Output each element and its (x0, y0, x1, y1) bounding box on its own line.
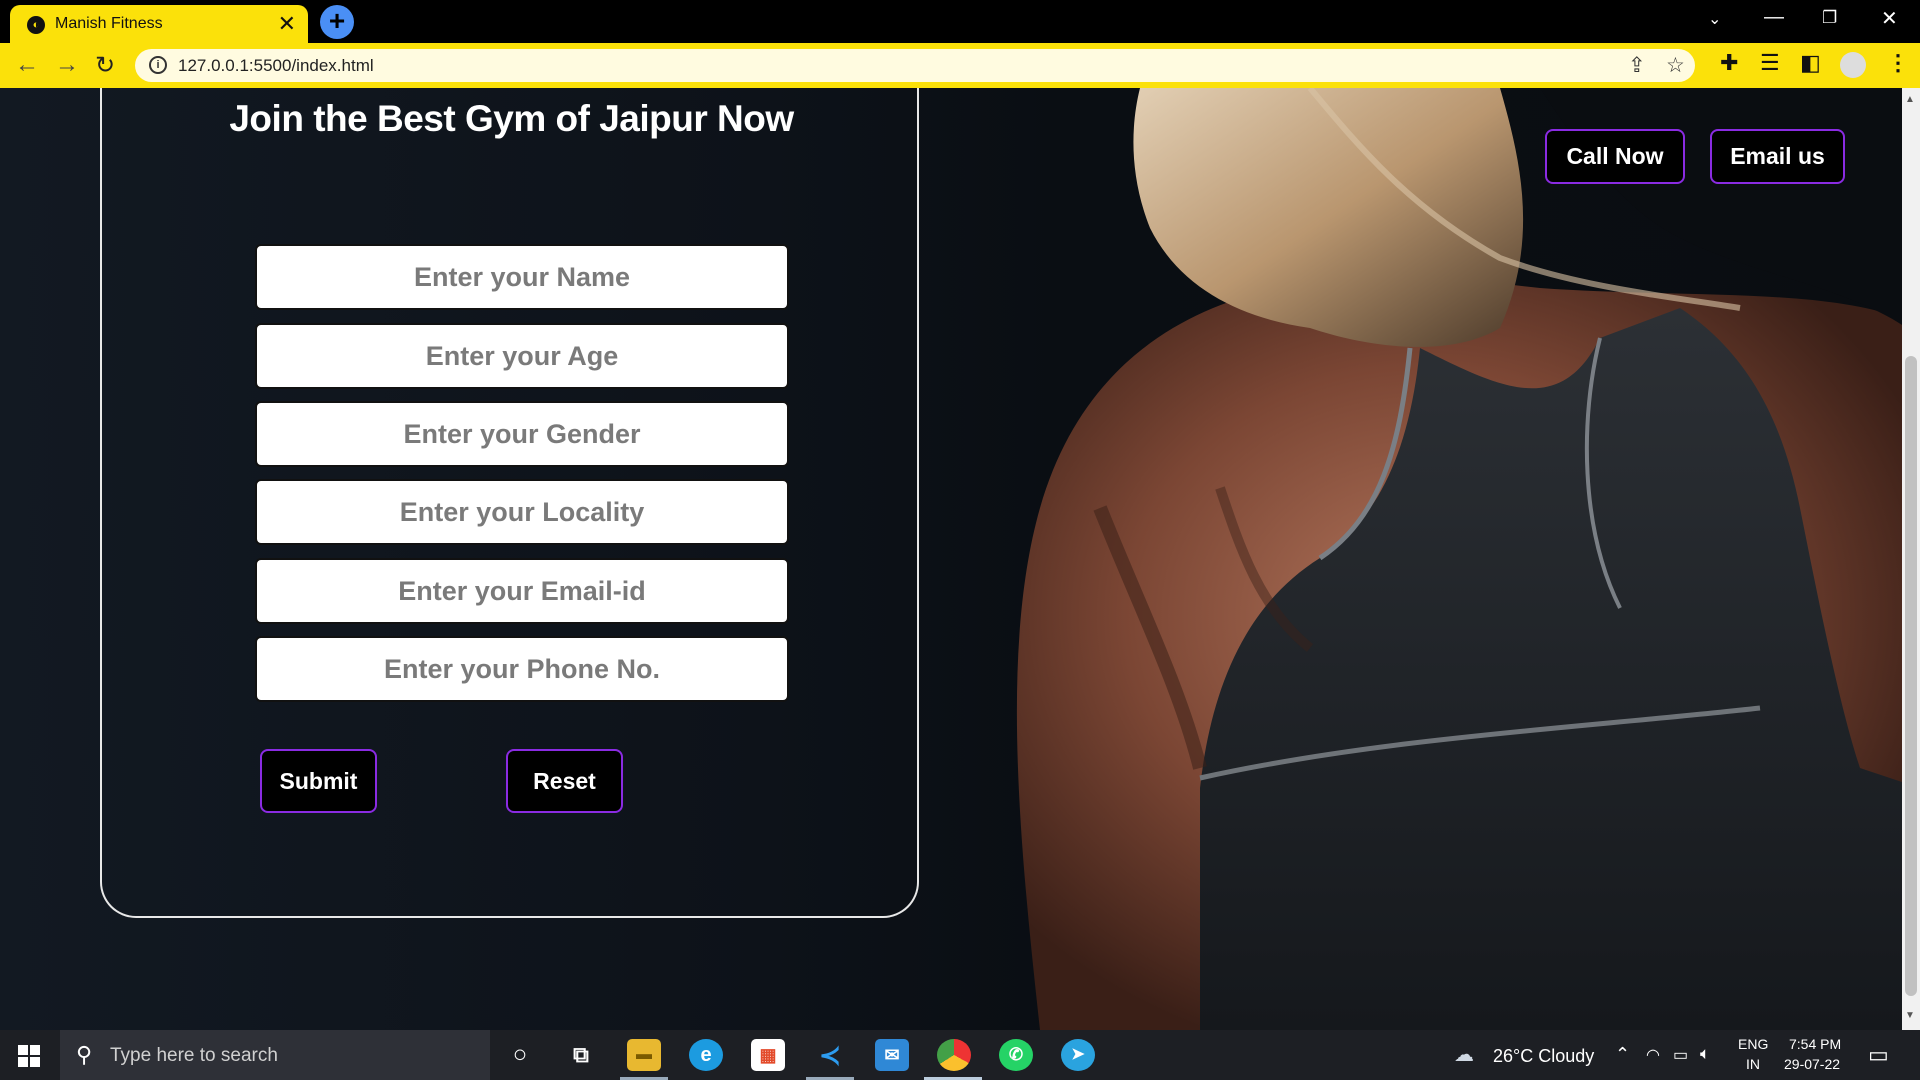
page-viewport: Join the Best Gym of Jaipur Now Enter yo… (0, 88, 1920, 1030)
clock-time[interactable]: 7:54 PM (1789, 1036, 1841, 1052)
minimize-icon[interactable]: — (1764, 6, 1784, 29)
cortana-icon[interactable]: ○ (503, 1039, 537, 1071)
weather-text[interactable]: 26°C Cloudy (1493, 1046, 1594, 1067)
tray-chevron-icon[interactable]: ⌃ (1615, 1044, 1630, 1065)
store-icon[interactable]: ▦ (751, 1039, 785, 1071)
chrome-icon[interactable] (937, 1039, 971, 1071)
new-tab-button[interactable]: + (320, 5, 354, 39)
submit-button[interactable]: Submit (260, 749, 377, 813)
age-input[interactable]: Enter your Age (255, 323, 789, 389)
reading-list-icon[interactable]: ☰ (1760, 50, 1780, 76)
form-heading: Join the Best Gym of Jaipur Now (229, 98, 794, 139)
vscode-icon[interactable]: ≺ (813, 1039, 847, 1071)
windows-start-icon[interactable] (18, 1045, 40, 1067)
tab-search-chevron-icon[interactable]: ⌄ (1708, 9, 1721, 29)
windows-taskbar: ⚲ Type here to search ○ ⧉ ▬ e ▦ ≺ ✉ ✆ ➤ … (0, 1030, 1920, 1080)
back-icon[interactable]: ← (15, 51, 39, 79)
browser-tab-bar: ◐ Manish Fitness ✕ + ⌄ — ❐ ✕ (0, 0, 1920, 43)
battery-icon[interactable]: ▭ (1673, 1045, 1688, 1065)
name-input[interactable]: Enter your Name (255, 244, 789, 310)
reset-button[interactable]: Reset (506, 749, 623, 813)
cloud-icon: ☁ (1454, 1044, 1474, 1066)
clock-date[interactable]: 29-07-22 (1784, 1056, 1840, 1072)
language-top[interactable]: ENG (1738, 1036, 1768, 1052)
join-form-card: Join the Best Gym of Jaipur Now Enter yo… (100, 88, 919, 918)
wifi-icon[interactable]: ◠ (1646, 1045, 1660, 1065)
call-now-button[interactable]: Call Now (1545, 129, 1685, 184)
edge-icon[interactable]: e (689, 1039, 723, 1071)
browser-toolbar: ← → ↻ i 127.0.0.1:5500/index.html ⇪ ☆ ✚ … (0, 43, 1920, 88)
restore-icon[interactable]: ❐ (1822, 8, 1837, 28)
search-icon: ⚲ (76, 1042, 93, 1067)
mail-icon[interactable]: ✉ (875, 1039, 909, 1071)
favicon-icon: ◐ (27, 16, 45, 34)
browser-tab[interactable]: ◐ Manish Fitness ✕ (10, 5, 308, 43)
volume-icon[interactable]: 🔈︎ (1700, 1044, 1710, 1064)
search-placeholder[interactable]: Type here to search (110, 1045, 278, 1067)
profile-avatar[interactable] (1840, 52, 1866, 78)
phone-input[interactable]: Enter your Phone No. (255, 636, 789, 702)
bookmark-star-icon[interactable]: ☆ (1666, 53, 1685, 78)
task-view-icon[interactable]: ⧉ (564, 1039, 598, 1071)
athlete-background-image (1016, 88, 1920, 1030)
forward-icon[interactable]: → (55, 51, 79, 79)
share-icon[interactable]: ⇪ (1628, 53, 1646, 78)
gender-input[interactable]: Enter your Gender (255, 401, 789, 467)
address-bar[interactable]: i 127.0.0.1:5500/index.html ⇪ ☆ (135, 49, 1695, 82)
telegram-icon[interactable]: ➤ (1061, 1039, 1095, 1071)
email-input[interactable]: Enter your Email-id (255, 558, 789, 624)
taskbar-search-box[interactable]: ⚲ Type here to search (60, 1030, 490, 1080)
page-scrollbar[interactable]: ▲ ▼ (1902, 88, 1920, 1030)
language-bottom[interactable]: IN (1746, 1056, 1760, 1072)
locality-input[interactable]: Enter your Locality (255, 479, 789, 545)
side-panel-icon[interactable]: ◧ (1800, 50, 1821, 76)
whatsapp-icon[interactable]: ✆ (999, 1039, 1033, 1071)
close-window-icon[interactable]: ✕ (1881, 6, 1898, 31)
email-us-button[interactable]: Email us (1710, 129, 1845, 184)
file-explorer-icon[interactable]: ▬ (627, 1039, 661, 1071)
scroll-down-icon[interactable]: ▼ (1905, 1010, 1915, 1021)
tab-title: Manish Fitness (55, 15, 163, 32)
reload-icon[interactable]: ↻ (95, 51, 115, 80)
notifications-icon[interactable]: ▭ (1868, 1042, 1889, 1068)
scroll-up-icon[interactable]: ▲ (1905, 94, 1915, 105)
extensions-icon[interactable]: ✚ (1720, 50, 1738, 76)
menu-kebab-icon[interactable]: ⋮ (1887, 50, 1909, 76)
url-text[interactable]: 127.0.0.1:5500/index.html (178, 56, 374, 76)
tab-close-icon[interactable]: ✕ (278, 11, 296, 37)
site-info-icon[interactable]: i (149, 56, 167, 74)
scrollbar-thumb[interactable] (1905, 356, 1917, 996)
